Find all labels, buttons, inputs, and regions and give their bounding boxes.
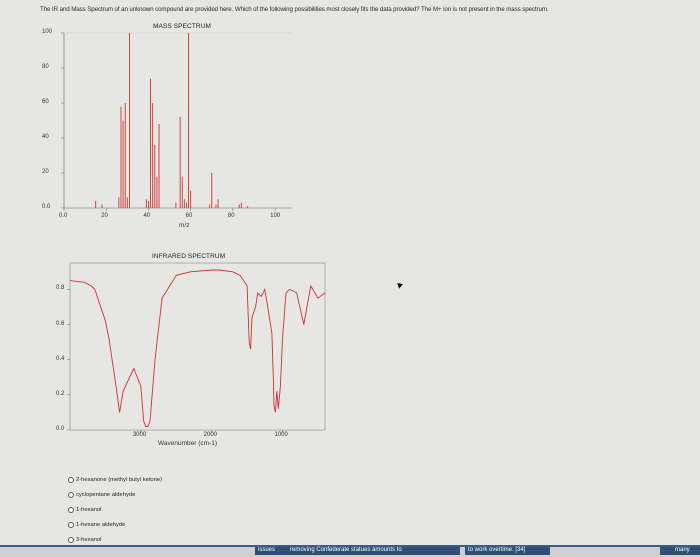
answer-options: 2-hexanone (methyl butyl ketone) cyclope…	[68, 472, 162, 547]
strip-text-2: removing Confederate statues amounts to	[290, 547, 402, 553]
radio-icon[interactable]	[68, 476, 74, 483]
ir-y-tick-label: 0.6	[56, 320, 65, 327]
option-label: 2-hexanone (methyl butyl ketone)	[76, 476, 163, 483]
ir-x-tick-label: 1000	[274, 432, 288, 438]
ir-y-tick-label: 0.0	[56, 426, 65, 432]
option-1-hexanol[interactable]: 1-hexanol	[68, 502, 162, 517]
ir-series-line	[69, 269, 326, 427]
infrared-spectrum-xlabel: Wavenumber (cm-1)	[158, 440, 217, 447]
radio-icon[interactable]	[68, 521, 74, 528]
radio-icon[interactable]	[68, 491, 74, 498]
ir-y-tick-label: 0.4	[56, 355, 65, 362]
strip-text-3: to work overtime. [34]	[468, 547, 526, 553]
option-label: 1-hexane aldehyde	[76, 521, 126, 528]
option-2-hexanone[interactable]: 2-hexanone (methyl butyl ketone)	[68, 472, 162, 487]
ir-plot-frame	[69, 262, 326, 431]
option-cyclopentane-aldehyde[interactable]: cyclopentane aldehyde	[68, 487, 162, 502]
ir-x-tick-label: 2000	[203, 432, 218, 438]
option-label: 1-hexanol	[76, 506, 102, 513]
background-window-strip: issues removing Confederate statues amou…	[0, 545, 700, 557]
ir-y-tick-label: 0.8	[56, 285, 65, 292]
radio-icon[interactable]	[68, 506, 74, 513]
radio-icon[interactable]	[68, 536, 74, 543]
option-label: cyclopentane aldehyde	[76, 491, 136, 498]
option-1-hexane-aldehyde[interactable]: 1-hexane aldehyde	[68, 517, 162, 532]
strip-text-1: issues	[258, 547, 276, 553]
ir-x-tick-label: 3000	[132, 432, 147, 438]
strip-text-4: many	[675, 547, 690, 553]
option-label: 3-hexanol	[76, 536, 102, 543]
ir-y-tick-label: 0.2	[56, 390, 65, 397]
